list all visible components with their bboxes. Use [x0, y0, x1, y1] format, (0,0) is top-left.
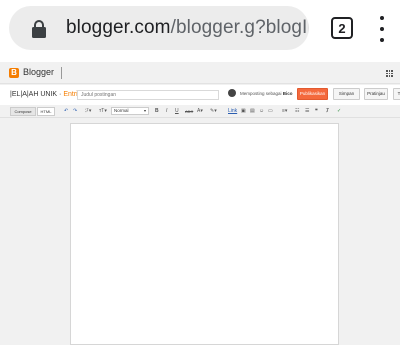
font-icon[interactable]: ℱ▾	[85, 107, 91, 116]
numbered-list-icon[interactable]: ☷	[295, 107, 299, 116]
jump-break-icon[interactable]: ▭	[268, 107, 273, 116]
blog-name: |EL|A|AH UNIK	[10, 91, 58, 98]
post-header-bar: |EL|A|AH UNIK · Entri Memposting sebagai…	[0, 85, 400, 105]
url-path: /blogger.g?blogID=3	[170, 17, 309, 38]
bold-icon[interactable]: B	[155, 107, 159, 116]
url-host: blogger.com	[66, 17, 171, 38]
link-icon[interactable]: Link	[228, 107, 237, 116]
undo-icon[interactable]: ↶	[64, 107, 68, 116]
post-title-input[interactable]	[77, 90, 219, 100]
more-menu-icon[interactable]	[378, 16, 386, 42]
posting-as-text: Memposting sebagai Bico	[240, 91, 293, 96]
blogger-logo-icon[interactable]: B	[9, 68, 19, 78]
text-color-icon[interactable]: A▾	[197, 107, 203, 116]
video-icon[interactable]: ▤	[250, 107, 255, 116]
header-divider	[61, 67, 62, 79]
browser-toolbar: blogger.com/blogger.g?blogID=3 2	[0, 0, 400, 62]
text-color-letter: A	[197, 108, 201, 114]
post-type-label: Entri	[63, 91, 78, 98]
html-tab[interactable]: HTML	[37, 107, 55, 116]
emoji-icon[interactable]: ☺	[259, 107, 264, 116]
format-value: Normal	[114, 108, 129, 113]
editor-area	[0, 119, 400, 345]
redo-icon[interactable]: ↷	[73, 107, 77, 116]
close-button[interactable]: T	[393, 88, 400, 100]
compose-tab[interactable]: Compose	[10, 107, 36, 116]
highlight-icon[interactable]: ✎▾	[210, 107, 217, 116]
app-name[interactable]: Blogger	[23, 67, 54, 77]
lock-icon	[32, 20, 46, 38]
tab-switcher-button[interactable]: 2	[331, 17, 353, 39]
post-body-editor[interactable]	[70, 123, 339, 345]
blog-title[interactable]: |EL|A|AH UNIK · Entri	[10, 91, 78, 98]
posting-as-name: Bico	[282, 91, 293, 96]
spellcheck-icon[interactable]: ✓	[337, 107, 341, 116]
underline-icon[interactable]: U	[175, 107, 179, 116]
strikethrough-icon[interactable]: ABC	[185, 107, 193, 116]
apps-grid-icon[interactable]	[386, 70, 393, 77]
font-size-icon[interactable]: ᴛT▾	[99, 107, 107, 116]
blogger-header: B Blogger	[0, 62, 400, 84]
blogger-page: B Blogger |EL|A|AH UNIK · Entri Memposti…	[0, 62, 400, 345]
align-icon[interactable]: ≡▾	[282, 107, 287, 116]
address-bar[interactable]: blogger.com/blogger.g?blogID=3	[9, 6, 309, 50]
publish-button[interactable]: Publikasikan	[297, 88, 328, 100]
preview-button[interactable]: Pratinjau	[364, 88, 388, 100]
url-text[interactable]: blogger.com/blogger.g?blogID=3	[66, 17, 309, 39]
quote-icon[interactable]: ❝	[315, 107, 318, 116]
posting-as-label: Memposting sebagai	[240, 91, 282, 96]
image-icon[interactable]: ▣	[241, 107, 246, 116]
clear-format-icon[interactable]: Ⱦ	[326, 107, 329, 116]
italic-icon[interactable]: I	[166, 107, 167, 116]
avatar	[228, 89, 236, 97]
bullet-list-icon[interactable]: ☰	[305, 107, 309, 116]
format-select[interactable]: Normal ▾	[111, 107, 149, 115]
editor-toolbar: Compose HTML ↶ ↷ ℱ▾ ᴛT▾ Normal ▾ B I U AB…	[0, 105, 400, 118]
save-button[interactable]: Simpan	[333, 88, 360, 100]
